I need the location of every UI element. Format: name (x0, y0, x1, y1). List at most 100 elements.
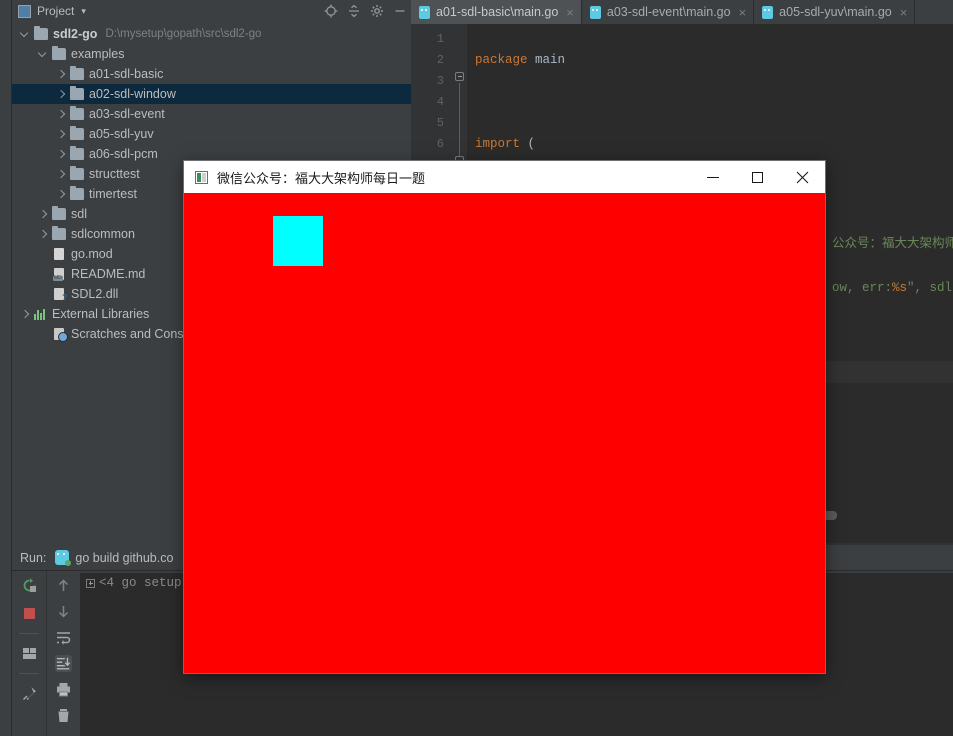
line-number: 6 (436, 137, 444, 151)
folder-icon (34, 26, 48, 40)
rerun-icon[interactable] (21, 577, 38, 594)
chevron-right-icon[interactable] (56, 69, 67, 80)
close-icon[interactable]: × (739, 5, 747, 20)
arrow-down-icon[interactable] (55, 603, 72, 620)
code-token: package (475, 53, 536, 67)
tree-label: README.md (71, 267, 146, 281)
line-number: 3 (436, 74, 444, 88)
layout-icon[interactable] (21, 645, 38, 662)
folder-icon (70, 146, 84, 160)
line-number: 1 (436, 32, 444, 46)
tree-row-examples[interactable]: examples (12, 44, 411, 64)
cyan-rectangle (273, 216, 323, 266)
tab-label: a05-sdl-yuv\main.go (779, 5, 892, 19)
ide-window: Structure Favorites Project ▾ (0, 0, 953, 736)
locate-icon[interactable] (324, 4, 338, 18)
tree-row-sdl2-go[interactable]: sdl2-go D:\mysetup\gopath\src\sdl2-go (12, 24, 411, 44)
file-icon (54, 248, 64, 260)
folder-icon (70, 186, 84, 200)
code-token: import (475, 137, 521, 151)
tree-row-a02-sdl-window[interactable]: a02-sdl-window (12, 84, 411, 104)
divider (19, 633, 39, 634)
tree-label: a05-sdl-yuv (89, 127, 154, 141)
arrow-up-icon[interactable] (55, 577, 72, 594)
chevron-right-icon[interactable] (20, 309, 31, 320)
tree-row-a01-sdl-basic[interactable]: a01-sdl-basic (12, 64, 411, 84)
chevron-down-icon[interactable] (38, 49, 49, 60)
stop-icon[interactable] (21, 605, 38, 622)
minimize-icon[interactable] (393, 4, 407, 18)
go-file-icon (419, 5, 430, 19)
folder-icon (70, 126, 84, 140)
close-icon[interactable]: × (566, 5, 574, 20)
project-icon (18, 4, 31, 18)
tree-label: examples (71, 47, 125, 61)
gear-icon[interactable] (370, 4, 384, 18)
chevron-down-icon[interactable] (20, 29, 31, 40)
expand-icon[interactable] (86, 578, 95, 588)
tab-a03-sdl-event-main-go[interactable]: a03-sdl-event\main.go × (582, 0, 755, 24)
run-toolbar-left (12, 571, 46, 736)
tree-label: structtest (89, 167, 140, 181)
go-file-icon (762, 5, 774, 19)
print-icon[interactable] (55, 681, 72, 698)
tab-a05-sdl-yuv-main-go[interactable]: a05-sdl-yuv\main.go × (754, 0, 916, 24)
tree-label: a01-sdl-basic (89, 67, 164, 81)
project-panel-tools (324, 0, 407, 22)
collapse-all-icon[interactable] (347, 4, 361, 18)
tree-label: go.mod (71, 247, 113, 261)
trash-icon[interactable] (55, 707, 72, 724)
scroll-to-end-icon[interactable] (55, 655, 72, 672)
pin-icon[interactable] (21, 685, 38, 702)
code-line: package main (475, 50, 953, 71)
tree-label: External Libraries (52, 307, 150, 321)
fold-collapse-icon[interactable] (455, 72, 464, 81)
chevron-right-icon[interactable] (38, 229, 49, 240)
line-number: 5 (436, 116, 444, 130)
run-configuration[interactable]: go build github.co (55, 550, 173, 566)
library-icon (34, 308, 47, 320)
left-tool-strip[interactable]: Structure Favorites (0, 0, 12, 736)
code-token: ( (520, 137, 536, 151)
chevron-right-icon[interactable] (56, 89, 67, 100)
application-icon (195, 170, 208, 184)
project-panel-header: Project ▾ (12, 0, 411, 22)
tree-label: sdl (71, 207, 87, 221)
run-toolbar-right (46, 571, 80, 736)
close-icon[interactable]: × (900, 5, 908, 20)
no-chevron (38, 289, 49, 300)
tree-row-a03-sdl-event[interactable]: a03-sdl-event (12, 104, 411, 124)
run-label: Run: (20, 550, 47, 565)
window-controls (690, 161, 825, 193)
tree-path: D:\mysetup\gopath\src\sdl2-go (105, 28, 262, 40)
tree-label: a06-sdl-pcm (89, 147, 158, 161)
fold-range-line (459, 83, 460, 156)
no-chevron (38, 269, 49, 280)
chevron-right-icon[interactable] (56, 189, 67, 200)
chevron-down-icon[interactable]: ▾ (81, 6, 86, 17)
go-file-icon (589, 5, 601, 19)
chevron-right-icon[interactable] (56, 149, 67, 160)
sdl-window-titlebar[interactable]: 微信公众号：福大大架构师每日一题 (184, 161, 825, 193)
tab-a01-sdl-basic-main-go[interactable]: a01-sdl-basic\main.go × (411, 0, 582, 24)
tree-label: sdlcommon (71, 227, 135, 241)
chevron-right-icon[interactable] (56, 109, 67, 120)
maximize-button[interactable] (735, 161, 780, 193)
project-panel-title: Project (37, 4, 75, 18)
tree-label: sdl2-go (53, 27, 98, 41)
minimize-button[interactable] (690, 161, 735, 193)
chevron-right-icon[interactable] (38, 209, 49, 220)
tree-row-a05-sdl-yuv[interactable]: a05-sdl-yuv (12, 124, 411, 144)
editor-tabbar: a01-sdl-basic\main.go × a03-sdl-event\ma… (411, 0, 953, 24)
sdl-window[interactable]: 微信公众号：福大大架构师每日一题 (184, 161, 825, 673)
close-button[interactable] (780, 161, 825, 193)
line-number: 4 (436, 95, 444, 109)
chevron-right-icon[interactable] (56, 169, 67, 180)
folder-icon (70, 86, 84, 100)
sdl-render-canvas[interactable] (184, 193, 825, 673)
chevron-right-icon[interactable] (56, 129, 67, 140)
soft-wrap-icon[interactable] (55, 629, 72, 646)
dll-file-icon (54, 288, 67, 302)
go-run-icon (55, 550, 72, 566)
